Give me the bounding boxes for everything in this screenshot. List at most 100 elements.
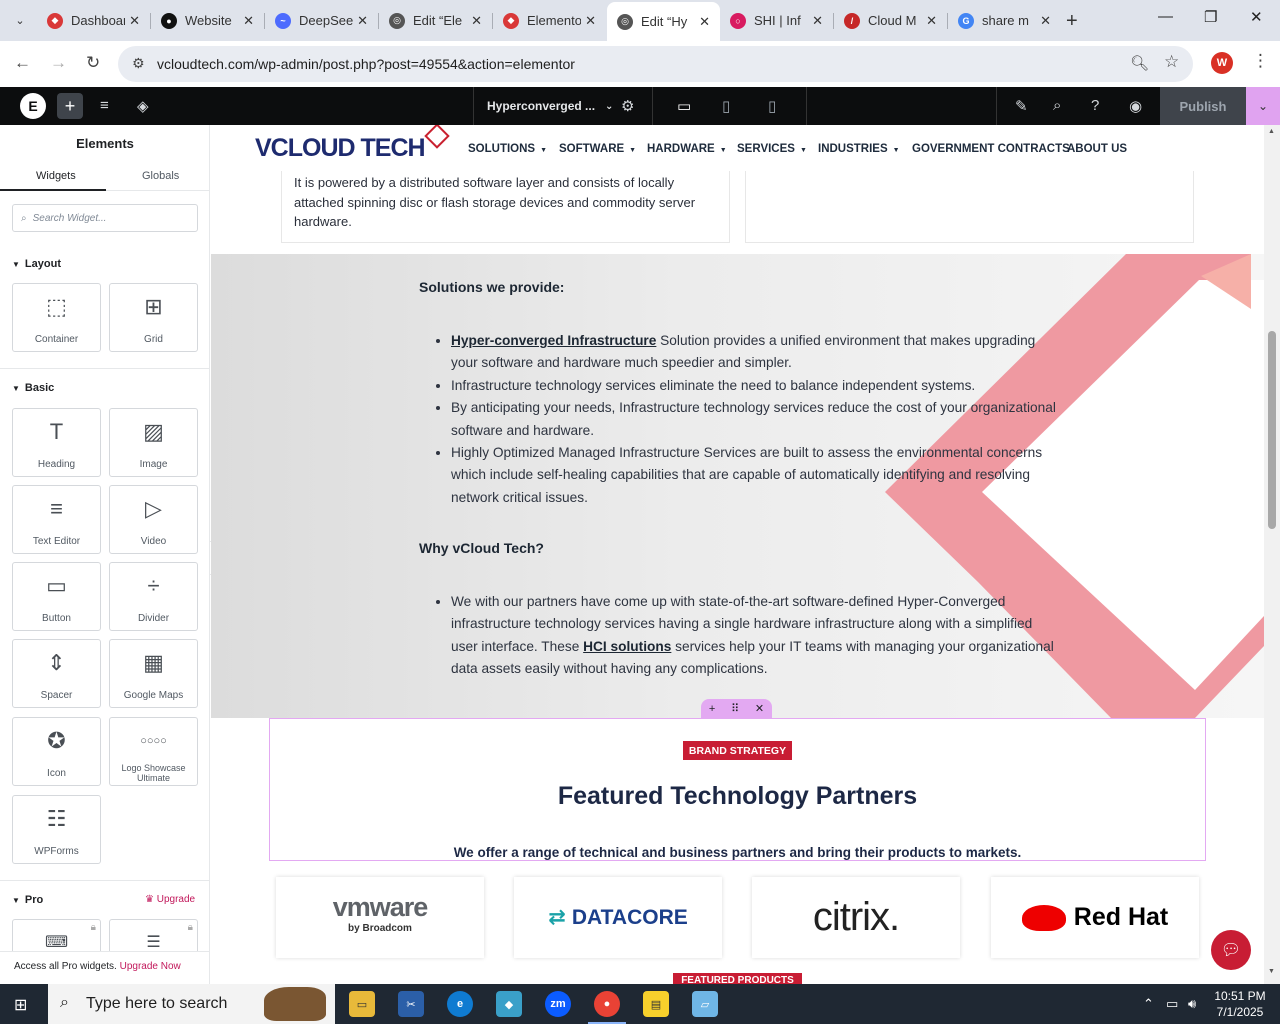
windows-start-icon[interactable]: ⊞: [14, 995, 27, 1015]
close-tab-icon[interactable]: ✕: [585, 13, 596, 29]
taskbar-search[interactable]: ⌕ Type here to search: [48, 984, 335, 1024]
close-window-icon[interactable]: ✕: [1250, 8, 1263, 26]
snipping-tool-icon[interactable]: ✂: [398, 991, 424, 1017]
file-explorer-icon[interactable]: ▭: [349, 991, 375, 1017]
partner-logo-datacore[interactable]: ⇄ DATACORE: [514, 877, 722, 958]
menu-about-us[interactable]: ABOUT US: [1067, 143, 1127, 155]
partner-logo-citrix[interactable]: citrix.: [752, 877, 960, 958]
close-tab-icon[interactable]: ✕: [926, 13, 937, 29]
close-tab-icon[interactable]: ✕: [1040, 13, 1051, 29]
site-logo[interactable]: VCLOUD TECH: [255, 125, 450, 163]
browser-tab[interactable]: ○ SHI | Inf ✕: [720, 6, 833, 35]
widget-google-maps[interactable]: ▦ Google Maps: [109, 639, 198, 708]
app-icon[interactable]: ◆: [496, 991, 522, 1017]
help-icon[interactable]: ?: [1091, 97, 1099, 114]
close-tab-icon[interactable]: ✕: [243, 13, 254, 29]
section-layout[interactable]: ▼ Layout: [12, 258, 61, 270]
add-element-icon[interactable]: +: [57, 93, 83, 119]
browser-tab[interactable]: ◎ Edit “Ele ✕: [379, 6, 492, 35]
mobile-icon[interactable]: ▯: [768, 97, 776, 115]
browser-tab[interactable]: ◆ Elementor ✕: [493, 6, 606, 35]
site-settings-icon[interactable]: ≡: [100, 97, 109, 114]
notes-icon[interactable]: ✎: [1015, 97, 1028, 115]
elementor-logo-icon[interactable]: E: [20, 93, 46, 119]
widget-container[interactable]: ⬚ Container: [12, 283, 101, 352]
scroll-thumb[interactable]: [1268, 331, 1276, 529]
upgrade-now-link[interactable]: Upgrade Now: [120, 961, 181, 972]
menu-services[interactable]: SERVICES ▼: [737, 143, 807, 155]
menu-hardware[interactable]: HARDWARE ▼: [647, 143, 727, 155]
browser-tab-active[interactable]: ◎ Edit “Hy ✕: [607, 2, 720, 41]
widget-wpforms[interactable]: ☷ WPForms: [12, 795, 101, 864]
sticky-notes-icon[interactable]: ▤: [643, 991, 669, 1017]
tab-search-icon[interactable]: ⌄: [8, 8, 32, 32]
site-info-icon[interactable]: ⚙: [132, 55, 145, 72]
menu-solutions[interactable]: SOLUTIONS ▼: [468, 143, 547, 155]
back-icon[interactable]: ←: [14, 53, 31, 73]
widget-search-input[interactable]: ⌕ Search Widget...: [12, 204, 198, 232]
system-clock[interactable]: 10:51 PM 7/1/2025: [1210, 988, 1270, 1020]
reload-icon[interactable]: ↻: [86, 53, 100, 73]
tablet-icon[interactable]: ▯: [722, 97, 730, 115]
browser-tab[interactable]: ~ DeepSeek ✕: [265, 6, 378, 35]
edge-icon[interactable]: e: [447, 991, 473, 1017]
close-tab-icon[interactable]: ✕: [471, 13, 482, 29]
partner-logo-redhat[interactable]: Red Hat: [991, 877, 1199, 958]
section-basic[interactable]: ▼ Basic: [12, 382, 54, 394]
preview-eye-icon[interactable]: ◉: [1129, 97, 1142, 115]
structure-icon[interactable]: ◈: [137, 97, 149, 115]
desktop-icon[interactable]: ▭: [677, 97, 691, 115]
minimize-icon[interactable]: —: [1158, 8, 1173, 25]
page-settings-icon[interactable]: ⚙: [621, 97, 634, 115]
widget-video[interactable]: ▷ Video: [109, 485, 198, 554]
widget-heading[interactable]: T Heading: [12, 408, 101, 477]
volume-icon[interactable]: 🔊︎: [1188, 996, 1196, 1012]
widget-divider[interactable]: ÷ Divider: [109, 562, 198, 631]
zoom-icon[interactable]: 🔍︎: [1130, 54, 1149, 72]
chat-icon[interactable]: 💬︎: [1211, 930, 1251, 970]
browser-tab[interactable]: ● Website ✕: [151, 6, 264, 35]
menu-industries[interactable]: INDUSTRIES ▼: [818, 143, 900, 155]
address-bar[interactable]: ⚙ vcloudtech.com/wp-admin/post.php?post=…: [118, 46, 1193, 82]
finder-search-icon[interactable]: ⌕: [1053, 97, 1061, 114]
tab-globals[interactable]: Globals: [142, 170, 179, 182]
tray-chevron-icon[interactable]: ⌃: [1143, 996, 1154, 1012]
zoom-app-icon[interactable]: zm: [545, 991, 571, 1017]
profile-avatar[interactable]: W: [1211, 52, 1233, 74]
publish-button[interactable]: Publish: [1160, 87, 1246, 125]
section-pro[interactable]: ▼ Pro: [12, 894, 43, 906]
hci-solutions-link[interactable]: HCI solutions: [583, 639, 671, 654]
widget-icon[interactable]: ✪ Icon: [12, 717, 101, 786]
widget-image[interactable]: ▨ Image: [109, 408, 198, 477]
menu-software[interactable]: SOFTWARE ▼: [559, 143, 636, 155]
preview-scrollbar[interactable]: ▲ ▼: [1264, 125, 1280, 984]
chrome-icon[interactable]: ●: [588, 991, 626, 1024]
partner-logo-vmware[interactable]: vmware by Broadcom: [276, 877, 484, 958]
add-icon[interactable]: +: [709, 703, 715, 715]
widget-pro-locked[interactable]: ⌨ 🔒︎: [12, 919, 101, 955]
tab-widgets[interactable]: Widgets: [36, 170, 76, 182]
url-text[interactable]: vcloudtech.com/wp-admin/post.php?post=49…: [157, 56, 575, 72]
delete-icon[interactable]: ✕: [755, 702, 764, 715]
browser-tab[interactable]: ◆ Dashboard ✕: [37, 6, 150, 35]
widget-logo-showcase[interactable]: ○○○○ Logo Showcase Ultimate: [109, 717, 198, 786]
browser-tab[interactable]: / Cloud M ✕: [834, 6, 947, 35]
widget-text-editor[interactable]: ≡ Text Editor: [12, 485, 101, 554]
close-tab-icon[interactable]: ✕: [129, 13, 140, 29]
widget-button[interactable]: ▭ Button: [12, 562, 101, 631]
close-tab-icon[interactable]: ✕: [357, 13, 368, 29]
menu-government-contracts[interactable]: GOVERNMENT CONTRACTS: [912, 143, 1070, 155]
close-tab-icon[interactable]: ✕: [812, 13, 823, 29]
widget-pro-locked[interactable]: ☰ 🔒︎: [109, 919, 198, 955]
hci-link[interactable]: Hyper-converged Infrastructure: [451, 333, 656, 348]
close-tab-icon[interactable]: ✕: [699, 14, 710, 30]
bookmark-star-icon[interactable]: ☆: [1164, 52, 1179, 72]
scroll-up-icon[interactable]: ▲: [1268, 128, 1275, 135]
publish-options-chevron-icon[interactable]: ⌄: [1246, 87, 1280, 125]
forward-icon[interactable]: →: [50, 53, 67, 73]
container-handle[interactable]: + ⠿ ✕: [701, 699, 772, 718]
browser-menu-icon[interactable]: ⋮: [1252, 51, 1269, 71]
browser-tab[interactable]: G share m ✕: [948, 6, 1061, 35]
new-tab-icon[interactable]: +: [1066, 10, 1078, 33]
drag-handle-icon[interactable]: ⠿: [731, 702, 739, 715]
